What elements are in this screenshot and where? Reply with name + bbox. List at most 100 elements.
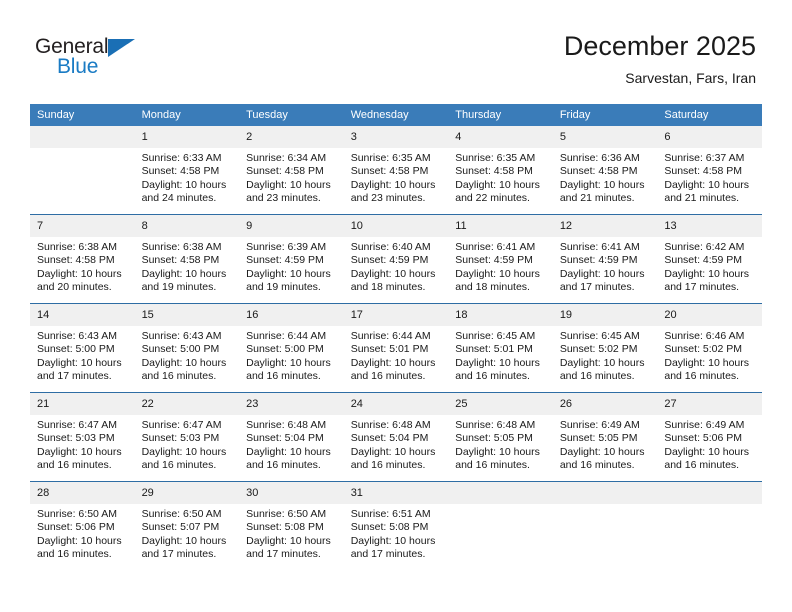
calendar-day-cell[interactable]: 27 Sunrise: 6:49 AM Sunset: 5:06 PM Dayligh…	[657, 392, 762, 482]
calendar-day-cell[interactable]: 3 Sunrise: 6:35 AM Sunset: 4:58 PM Daylight…	[343, 126, 449, 215]
calendar-day-cell[interactable]: 10 Sunrise: 6:40 AM Sunset: 4:59 PM Dayligh…	[343, 214, 449, 304]
day-details: Sunrise: 6:37 AM Sunset: 4:58 PM Daylight:…	[657, 148, 762, 206]
day-details: Sunrise: 6:48 AM Sunset: 5:04 PM Daylight:…	[344, 415, 449, 473]
sunrise-text: Sunrise: 6:35 AM	[455, 152, 536, 164]
sunset-text: Sunset: 5:03 PM	[37, 432, 115, 445]
calendar-day-cell[interactable]: 11 Sunrise: 6:41 AM Sunset: 4:59 PM Dayligh…	[448, 214, 553, 304]
logo-triangle-icon	[108, 39, 135, 57]
day-details: Sunrise: 6:45 AM Sunset: 5:02 PM Daylight:…	[553, 326, 658, 384]
calendar-day-cell[interactable]: 12 Sunrise: 6:41 AM Sunset: 4:59 PM Dayligh…	[552, 214, 658, 304]
daylight-text: and 16 minutes.	[141, 370, 217, 383]
sunset-text: Sunset: 5:01 PM	[350, 343, 429, 356]
calendar-day-cell[interactable]: 9 Sunrise: 6:39 AM Sunset: 4:59 PM Daylight…	[239, 214, 344, 304]
day-details: Sunrise: 6:49 AM Sunset: 5:06 PM Daylight:…	[657, 415, 762, 473]
day-number: 25	[448, 393, 553, 415]
weekday-header-wednesday: Wednesday	[343, 104, 449, 126]
calendar-day-cell[interactable]: 7 Sunrise: 6:38 AM Sunset: 4:58 PM Daylight…	[30, 214, 135, 304]
calendar-day-cell[interactable]: 31 Sunrise: 6:51 AM Sunset: 5:08 PM Dayligh…	[343, 481, 449, 570]
calendar-day-cell[interactable]: 2 Sunrise: 6:34 AM Sunset: 4:58 PM Daylight…	[239, 126, 344, 215]
calendar-day-cell[interactable]: 30 Sunrise: 6:50 AM Sunset: 5:08 PM Dayligh…	[239, 481, 344, 570]
sunset-text: Sunset: 5:00 PM	[37, 343, 115, 356]
daylight-text: Daylight: 10 hours	[141, 267, 227, 280]
calendar-day-cell[interactable]: 21 Sunrise: 6:47 AM Sunset: 5:03 PM Dayligh…	[30, 392, 135, 482]
calendar-day-cell[interactable]: 8 Sunrise: 6:38 AM Sunset: 4:58 PM Daylight…	[134, 214, 240, 304]
calendar-day-cell[interactable]: 15 Sunrise: 6:43 AM Sunset: 5:00 PM Dayligh…	[134, 303, 240, 393]
day-details: Sunrise: 6:38 AM Sunset: 4:58 PM Daylight:…	[30, 237, 135, 295]
sunset-text: Sunset: 4:58 PM	[559, 165, 638, 178]
sunrise-text: Sunrise: 6:38 AM	[141, 241, 222, 253]
sunrise-text: Sunrise: 6:47 AM	[37, 419, 117, 431]
calendar-day-cell[interactable]: 4 Sunrise: 6:35 AM Sunset: 4:58 PM Daylight…	[448, 126, 553, 215]
day-number: 28	[30, 482, 135, 504]
day-number: 21	[30, 393, 135, 415]
daylight-text: Daylight: 10 hours	[664, 356, 750, 369]
calendar-day-cell[interactable]: 19 Sunrise: 6:45 AM Sunset: 5:02 PM Dayligh…	[552, 303, 658, 393]
calendar-day-cell[interactable]: 24 Sunrise: 6:48 AM Sunset: 5:04 PM Dayligh…	[343, 392, 449, 482]
day-details: Sunrise: 6:41 AM Sunset: 4:59 PM Daylight:…	[553, 237, 658, 295]
day-details: Sunrise: 6:45 AM Sunset: 5:01 PM Daylight:…	[448, 326, 553, 384]
daylight-text: and 17 minutes.	[559, 281, 635, 294]
calendar-day-cell[interactable]: 13 Sunrise: 6:42 AM Sunset: 4:59 PM Dayligh…	[657, 214, 762, 304]
daylight-text: and 17 minutes.	[37, 370, 112, 383]
day-number	[552, 482, 658, 504]
sunrise-text: Sunrise: 6:41 AM	[455, 241, 536, 253]
calendar-day-cell[interactable]: 1 Sunrise: 6:33 AM Sunset: 4:58 PM Daylight…	[134, 126, 240, 215]
page-header: General Blue December 2025 Sarvestan, Fa…	[0, 0, 792, 103]
calendar-day-cell-empty	[448, 481, 553, 570]
calendar-day-cell[interactable]: 20 Sunrise: 6:46 AM Sunset: 5:02 PM Dayligh…	[657, 303, 762, 393]
daylight-text: Daylight: 10 hours	[455, 356, 540, 369]
sunset-text: Sunset: 4:58 PM	[141, 254, 220, 267]
calendar-day-cell[interactable]: 6 Sunrise: 6:37 AM Sunset: 4:58 PM Daylight…	[657, 126, 762, 215]
calendar-day-cell-empty	[657, 481, 762, 570]
day-number: 19	[552, 304, 658, 326]
calendar-day-cell[interactable]: 14 Sunrise: 6:43 AM Sunset: 5:00 PM Dayligh…	[30, 303, 135, 393]
day-details: Sunrise: 6:36 AM Sunset: 4:58 PM Daylight:…	[553, 148, 658, 206]
page-title: December 2025	[563, 31, 756, 61]
daylight-text: and 16 minutes.	[455, 370, 530, 383]
day-number: 8	[134, 215, 240, 237]
calendar-week-row: 1 Sunrise: 6:33 AM Sunset: 4:58 PM Daylight…	[30, 126, 762, 215]
calendar-day-cell[interactable]: 25 Sunrise: 6:48 AM Sunset: 5:05 PM Dayligh…	[448, 392, 553, 482]
day-number	[448, 482, 553, 504]
calendar-day-cell[interactable]: 23 Sunrise: 6:48 AM Sunset: 5:04 PM Dayligh…	[239, 392, 344, 482]
day-details: Sunrise: 6:50 AM Sunset: 5:06 PM Daylight:…	[30, 504, 135, 562]
sunrise-text: Sunrise: 6:37 AM	[664, 152, 745, 164]
daylight-text: and 17 minutes.	[350, 548, 426, 561]
sunset-text: Sunset: 5:07 PM	[141, 521, 220, 534]
day-details: Sunrise: 6:35 AM Sunset: 4:58 PM Daylight:…	[448, 148, 553, 206]
sunset-text: Sunset: 4:58 PM	[37, 254, 115, 267]
calendar-day-cell-empty	[30, 126, 135, 215]
day-number: 24	[343, 393, 449, 415]
calendar-day-cell[interactable]: 5 Sunrise: 6:36 AM Sunset: 4:58 PM Daylight…	[552, 126, 658, 215]
sunrise-text: Sunrise: 6:45 AM	[455, 330, 536, 342]
calendar-day-cell[interactable]: 22 Sunrise: 6:47 AM Sunset: 5:03 PM Dayligh…	[134, 392, 240, 482]
calendar-day-cell[interactable]: 28 Sunrise: 6:50 AM Sunset: 5:06 PM Dayligh…	[30, 481, 135, 570]
daylight-text: and 17 minutes.	[141, 548, 217, 561]
sunset-text: Sunset: 5:04 PM	[350, 432, 429, 445]
sunrise-text: Sunrise: 6:49 AM	[664, 419, 745, 431]
weekday-header-friday: Friday	[552, 104, 658, 126]
sunrise-text: Sunrise: 6:44 AM	[246, 330, 327, 342]
day-number: 10	[343, 215, 449, 237]
weekday-header-sunday: Sunday	[30, 104, 135, 126]
sunrise-text: Sunrise: 6:47 AM	[141, 419, 222, 431]
day-details: Sunrise: 6:44 AM Sunset: 5:01 PM Daylight:…	[344, 326, 449, 384]
general-blue-logo[interactable]: General Blue	[35, 36, 155, 84]
location-subtitle: Sarvestan, Fars, Iran	[625, 70, 756, 86]
daylight-text: Daylight: 10 hours	[559, 178, 645, 191]
daylight-text: Daylight: 10 hours	[37, 534, 122, 547]
calendar-day-cell[interactable]: 17 Sunrise: 6:44 AM Sunset: 5:01 PM Dayligh…	[343, 303, 449, 393]
calendar-day-cell[interactable]: 18 Sunrise: 6:45 AM Sunset: 5:01 PM Dayligh…	[448, 303, 553, 393]
sunset-text: Sunset: 5:02 PM	[559, 343, 638, 356]
calendar-day-cell[interactable]: 26 Sunrise: 6:49 AM Sunset: 5:05 PM Dayligh…	[552, 392, 658, 482]
calendar-day-cell[interactable]: 16 Sunrise: 6:44 AM Sunset: 5:00 PM Dayligh…	[239, 303, 344, 393]
sunset-text: Sunset: 4:59 PM	[559, 254, 638, 267]
sunset-text: Sunset: 5:08 PM	[246, 521, 324, 534]
daylight-text: Daylight: 10 hours	[141, 445, 227, 458]
day-number: 31	[343, 482, 449, 504]
weekday-header-thursday: Thursday	[448, 104, 553, 126]
daylight-text: and 16 minutes.	[350, 459, 426, 472]
sunset-text: Sunset: 4:59 PM	[350, 254, 429, 267]
daylight-text: Daylight: 10 hours	[246, 267, 331, 280]
calendar-day-cell[interactable]: 29 Sunrise: 6:50 AM Sunset: 5:07 PM Dayligh…	[134, 481, 240, 570]
